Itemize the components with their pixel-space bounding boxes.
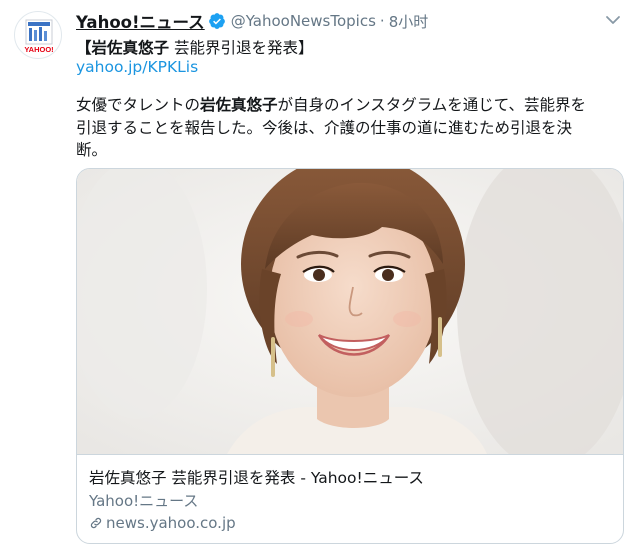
card-url[interactable]: news.yahoo.co.jp — [89, 514, 236, 532]
avatar[interactable]: YAHOO! — [14, 11, 62, 59]
body-line-2: 引退することを報告した。今後は、介護の仕事の道に進むため引退を決 — [76, 118, 573, 137]
card-source: Yahoo!ニュース — [89, 492, 199, 510]
short-link[interactable]: yahoo.jp/KPKLis — [76, 58, 198, 76]
user-handle[interactable]: @YahooNewsTopics — [231, 12, 376, 30]
display-name[interactable]: Yahoo!ニュース — [76, 9, 205, 33]
card-url-text: news.yahoo.co.jp — [106, 514, 236, 532]
body-line-3: 断。 — [76, 141, 108, 159]
headline-bracket: 【 — [76, 39, 92, 57]
headline-rest: 芸能界引退を発表】 — [169, 39, 314, 57]
card-image[interactable] — [77, 169, 623, 454]
link-icon — [89, 516, 103, 530]
tweet-headline: 【岩佐真悠子 芸能界引退を発表】 — [76, 36, 313, 58]
card-title[interactable]: 岩佐真悠子 芸能界引退を発表 - Yahoo!ニュース — [89, 466, 424, 488]
verified-badge-icon — [208, 12, 226, 30]
tweet-header: Yahoo!ニュース @YahooNewsTopics · 8小时 — [76, 9, 428, 33]
body-line-1-rest: が自身のインスタグラムを通じて、芸能界を — [277, 96, 586, 114]
body-name: 岩佐真悠子 — [200, 96, 278, 114]
avatar-logo-text: YAHOO! — [24, 45, 53, 54]
tweet-timestamp[interactable]: 8小时 — [389, 11, 429, 32]
tweet[interactable]: YAHOO! Yahoo!ニュース @YahooNewsTopics · 8小时… — [0, 0, 640, 548]
dot-separator: · — [379, 12, 385, 30]
body-prefix: 女優でタレントの — [76, 96, 201, 114]
headline-name: 岩佐真悠子 — [91, 39, 170, 57]
yahoo-news-logo-icon: YAHOO! — [24, 19, 54, 54]
card-divider — [77, 454, 623, 455]
chevron-down-icon[interactable] — [604, 12, 622, 26]
tweet-body: 女優でタレントの岩佐真悠子が自身のインスタグラムを通じて、芸能界を 引退すること… — [76, 94, 636, 162]
link-card[interactable]: 岩佐真悠子 芸能界引退を発表 - Yahoo!ニュース Yahoo!ニュース n… — [76, 168, 624, 544]
body-line-1: 女優でタレントの岩佐真悠子が自身のインスタグラムを通じて、芸能界を — [76, 94, 636, 117]
